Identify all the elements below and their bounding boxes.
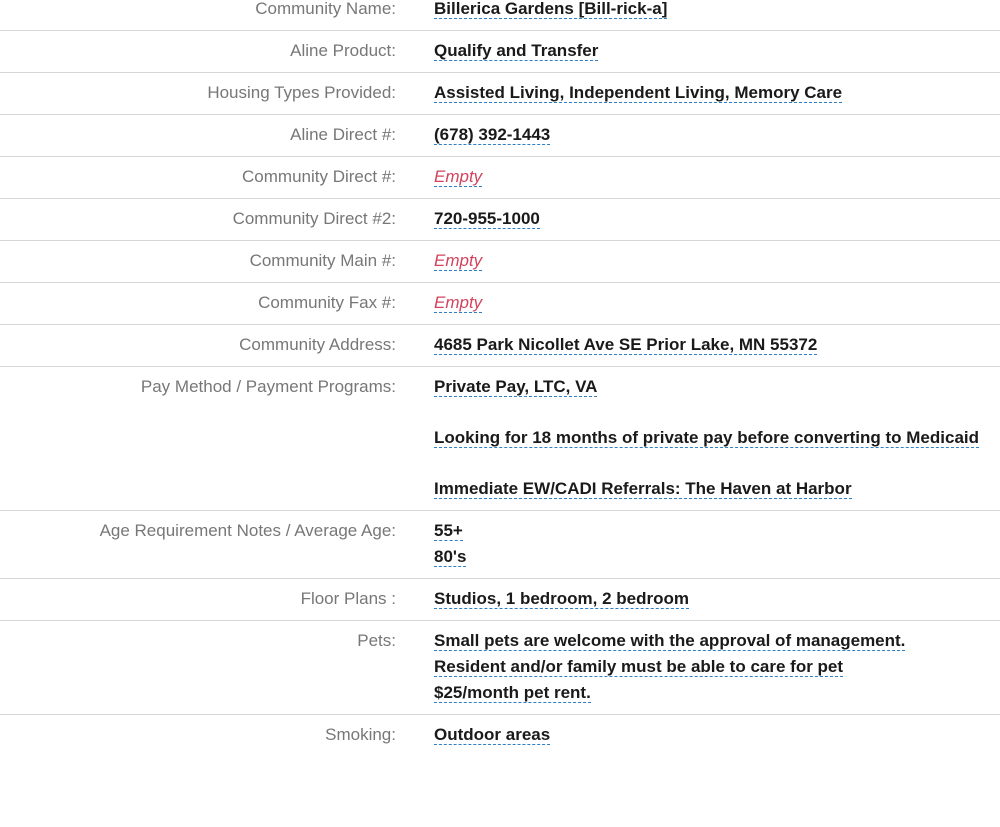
field-label: Age Requirement Notes / Average Age:: [99, 521, 396, 540]
age-requirement-value[interactable]: 55+: [434, 521, 463, 541]
row-housing-types: Housing Types Provided: Assisted Living,…: [0, 73, 1000, 115]
housing-types-value[interactable]: Assisted Living, Independent Living, Mem…: [434, 83, 843, 103]
field-label: Community Address:: [239, 335, 396, 354]
row-community-main: Community Main #: Empty: [0, 241, 1000, 283]
row-community-direct-2: Community Direct #2: 720-955-1000: [0, 199, 1000, 241]
pay-method-value[interactable]: Private Pay, LTC, VA: [434, 377, 598, 397]
row-floor-plans: Floor Plans : Studios, 1 bedroom, 2 bedr…: [0, 579, 1000, 621]
field-label: Community Fax #:: [258, 293, 396, 312]
field-label: Community Name:: [255, 0, 396, 18]
pets-rent-line[interactable]: $25/month pet rent.: [434, 683, 591, 703]
pets-policy-line[interactable]: Small pets are welcome with the approval…: [434, 631, 906, 651]
row-pets: Pets: Small pets are welcome with the ap…: [0, 621, 1000, 715]
field-label: Aline Direct #:: [290, 125, 396, 144]
field-label: Community Main #:: [249, 251, 396, 270]
field-label: Housing Types Provided:: [207, 83, 396, 102]
community-main-value[interactable]: Empty: [434, 251, 483, 271]
aline-direct-value[interactable]: (678) 392-1443: [434, 125, 551, 145]
community-name-value[interactable]: Billerica Gardens [Bill-rick-a]: [434, 0, 668, 19]
row-pay-method: Pay Method / Payment Programs: Private P…: [0, 367, 1000, 511]
community-details-table: Community Name: Billerica Gardens [Bill-…: [0, 0, 1000, 756]
row-age-requirement: Age Requirement Notes / Average Age: 55+…: [0, 511, 1000, 579]
average-age-value[interactable]: 80's: [434, 547, 467, 567]
field-label: Community Direct #2:: [232, 209, 396, 228]
pay-method-note[interactable]: Looking for 18 months of private pay bef…: [434, 428, 980, 448]
row-aline-direct: Aline Direct #: (678) 392-1443: [0, 115, 1000, 157]
field-label: Community Direct #:: [242, 167, 396, 186]
pets-care-line[interactable]: Resident and/or family must be able to c…: [434, 657, 844, 677]
floor-plans-value[interactable]: Studios, 1 bedroom, 2 bedroom: [434, 589, 690, 609]
aline-product-value[interactable]: Qualify and Transfer: [434, 41, 599, 61]
community-direct-value[interactable]: Empty: [434, 167, 483, 187]
row-aline-product: Aline Product: Qualify and Transfer: [0, 31, 1000, 73]
community-fax-value[interactable]: Empty: [434, 293, 483, 313]
row-smoking: Smoking: Outdoor areas: [0, 715, 1000, 756]
row-community-address: Community Address: 4685 Park Nicollet Av…: [0, 325, 1000, 367]
community-direct-2-value[interactable]: 720-955-1000: [434, 209, 540, 229]
field-label: Aline Product:: [290, 41, 396, 60]
field-label: Smoking:: [325, 725, 396, 744]
community-address-value[interactable]: 4685 Park Nicollet Ave SE Prior Lake, MN…: [434, 335, 818, 355]
row-community-fax: Community Fax #: Empty: [0, 283, 1000, 325]
row-community-name: Community Name: Billerica Gardens [Bill-…: [0, 0, 1000, 31]
pay-method-referrals[interactable]: Immediate EW/CADI Referrals: The Haven a…: [434, 479, 852, 499]
field-label: Floor Plans :: [300, 589, 396, 608]
field-label: Pay Method / Payment Programs:: [140, 377, 396, 396]
smoking-value[interactable]: Outdoor areas: [434, 725, 551, 745]
row-community-direct: Community Direct #: Empty: [0, 157, 1000, 199]
field-label: Pets:: [357, 631, 396, 650]
